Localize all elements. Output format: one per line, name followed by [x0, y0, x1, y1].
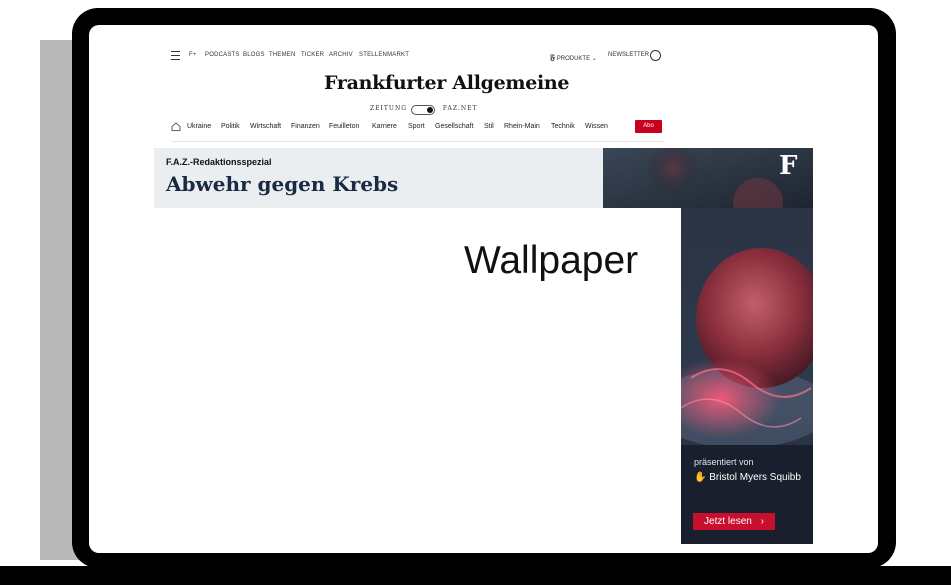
- chevron-down-icon: ⌄: [591, 56, 597, 62]
- ad-presented-by: präsentiert von: [694, 457, 754, 467]
- special-banner[interactable]: F.A.Z.-Redaktionsspezial Abwehr gegen Kr…: [154, 148, 604, 208]
- wallpaper-label: Wallpaper: [464, 239, 639, 282]
- user-account-icon[interactable]: [650, 50, 661, 61]
- menu-item-ticker[interactable]: TICKER: [301, 52, 324, 58]
- nav-item-wissen[interactable]: Wissen: [585, 123, 608, 130]
- nav-item-ukraine[interactable]: Ukraine: [187, 123, 211, 130]
- edition-toggle-switch[interactable]: [411, 105, 435, 115]
- menu-item-podcasts[interactable]: PODCASTS: [205, 52, 240, 58]
- home-icon[interactable]: [171, 122, 181, 131]
- site-logo[interactable]: Frankfurter Allgemeine: [324, 72, 570, 94]
- nav-item-stil[interactable]: Stil: [484, 123, 494, 130]
- nav-item-feuilleton[interactable]: Feuilleton: [329, 123, 359, 130]
- nav-item-finanzen[interactable]: Finanzen: [291, 123, 320, 130]
- nav-divider: [171, 141, 665, 142]
- newsletter-link[interactable]: NEWSLETTER: [608, 52, 649, 58]
- nav-item-gesellschaft[interactable]: Gesellschaft: [435, 123, 474, 130]
- faz-logo-icon: F: [779, 151, 798, 181]
- toggle-label-faznet: FAZ.NET: [442, 105, 478, 112]
- produkte-menu[interactable]: 𝔉 PRODUKTE ⌄: [550, 52, 597, 63]
- nav-item-wirtschaft[interactable]: Wirtschaft: [250, 123, 281, 130]
- menu-item-themen[interactable]: THEMEN: [269, 52, 296, 58]
- menu-item-fplus[interactable]: F+: [189, 52, 197, 58]
- hamburger-menu-icon[interactable]: [171, 51, 180, 60]
- nav-item-technik[interactable]: Technik: [551, 123, 575, 130]
- sponsor-logo-icon: ✋: [694, 472, 707, 483]
- banner-kicker: F.A.Z.-Redaktionsspezial: [166, 157, 272, 167]
- menu-item-archiv[interactable]: ARCHIV: [329, 52, 353, 58]
- nav-item-sport[interactable]: Sport: [408, 123, 425, 130]
- abo-button[interactable]: Abo: [635, 120, 662, 133]
- produkte-label: PRODUKTE: [556, 56, 591, 62]
- cta-label: Jetzt lesen: [704, 516, 752, 527]
- sponsor-label: Bristol Myers Squibb: [709, 472, 801, 483]
- toggle-label-zeitung: ZEITUNG: [370, 105, 408, 112]
- faz-f-icon: 𝔉: [550, 52, 556, 62]
- jetzt-lesen-button[interactable]: Jetzt lesen ›: [693, 513, 775, 530]
- browser-screen: F+ PODCASTS BLOGS THEMEN TICKER ARCHIV S…: [89, 25, 878, 553]
- chevron-right-icon: ›: [760, 516, 764, 527]
- menu-item-stellenmarkt[interactable]: STELLENMARKT: [359, 52, 409, 58]
- banner-title: Abwehr gegen Krebs: [166, 172, 399, 196]
- nav-item-karriere[interactable]: Karriere: [372, 123, 397, 130]
- laptop-base: [0, 566, 951, 585]
- nav-item-rhein-main[interactable]: Rhein-Main: [504, 123, 540, 130]
- menu-item-blogs[interactable]: BLOGS: [243, 52, 265, 58]
- nav-item-politik[interactable]: Politik: [221, 123, 240, 130]
- sponsor-name: ✋ Bristol Myers Squibb: [694, 472, 801, 483]
